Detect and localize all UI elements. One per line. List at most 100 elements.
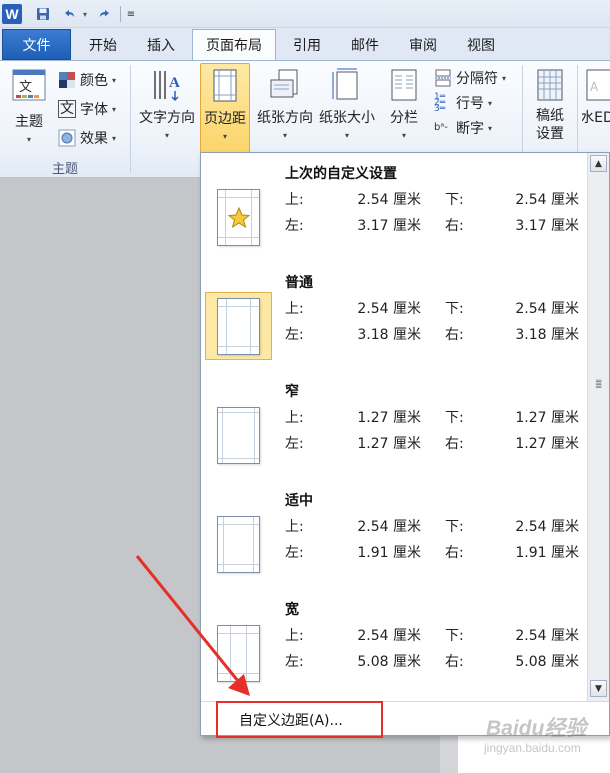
theme-fonts-button[interactable]: 文 字体 ▾ xyxy=(58,98,116,120)
bottom-value: 2.54 厘米 xyxy=(515,301,579,317)
top-label: 上: xyxy=(285,628,304,644)
svg-text:A: A xyxy=(169,75,180,91)
scroll-up-icon[interactable]: ▲ xyxy=(590,155,607,172)
margins-label: 页边距 xyxy=(204,111,246,127)
left-label: 左: xyxy=(285,545,304,561)
left-label: 左: xyxy=(285,436,304,452)
undo-dropdown-icon[interactable]: ▾ xyxy=(80,4,90,24)
bottom-label: 下: xyxy=(445,192,464,208)
top-value: 1.27 厘米 xyxy=(357,410,421,426)
text-direction-button[interactable]: A 文字方向 ▾ xyxy=(136,67,198,140)
theme-effects-label: 效果 xyxy=(80,131,108,147)
customize-qat-icon[interactable]: ≡ xyxy=(124,4,138,24)
theme-colors-button[interactable]: 颜色 ▾ xyxy=(58,69,116,91)
themes-label: 主题 xyxy=(15,114,43,130)
chevron-down-icon: ▾ xyxy=(26,135,31,144)
chevron-down-icon: ▾ xyxy=(502,73,507,83)
tab-mailings[interactable]: 邮件 xyxy=(338,30,392,60)
themes-button[interactable]: 文 主题 ▾ xyxy=(6,67,52,144)
hyphenation-button[interactable]: bᵃ- 断字 ▾ xyxy=(434,117,492,139)
font-icon: 文 xyxy=(58,100,76,118)
tab-review[interactable]: 审阅 xyxy=(396,30,450,60)
dropdown-scrollbar[interactable]: ▲ ═ ═ ═ ▼ xyxy=(587,153,609,701)
qat-divider xyxy=(120,6,121,22)
margin-option-moderate[interactable]: 适中 上: 2.54 厘米 下: 2.54 厘米 左: 1.91 厘米 右: 1… xyxy=(201,480,589,589)
text-direction-icon: A xyxy=(149,67,185,103)
chevron-down-icon: ▾ xyxy=(112,133,117,143)
word-app-icon[interactable]: W xyxy=(2,4,22,24)
svg-text:文: 文 xyxy=(19,80,32,95)
left-value: 1.91 厘米 xyxy=(357,545,421,561)
watermark-sub-text: jingyan.baidu.com xyxy=(484,741,581,755)
columns-icon xyxy=(386,67,422,103)
right-value: 3.18 厘米 xyxy=(515,327,579,343)
breaks-button[interactable]: 分隔符 ▾ xyxy=(434,67,506,89)
right-label: 右: xyxy=(445,545,464,561)
watermark-button[interactable]: A 水ED xyxy=(582,67,610,127)
tab-references[interactable]: 引用 xyxy=(280,30,334,60)
watermark-main-text: Baidu经验 xyxy=(486,717,587,740)
top-value: 2.54 厘米 xyxy=(357,519,421,535)
bottom-value: 1.27 厘米 xyxy=(515,410,579,426)
line-numbers-icon: 1═ 2═ 3═ xyxy=(434,92,446,114)
manuscript-label: 稿纸 设置 xyxy=(536,108,564,142)
bottom-label: 下: xyxy=(445,519,464,535)
chevron-down-icon: ▾ xyxy=(282,131,287,140)
tab-file[interactable]: 文件 xyxy=(2,29,71,60)
paper-size-button[interactable]: 纸张大小 ▾ xyxy=(316,67,378,140)
right-label: 右: xyxy=(445,218,464,234)
manuscript-settings-button[interactable]: 稿纸 设置 xyxy=(528,67,572,143)
bottom-value: 2.54 厘米 xyxy=(515,628,579,644)
top-value: 2.54 厘米 xyxy=(357,628,421,644)
tab-page-layout[interactable]: 页面布局 xyxy=(192,29,276,60)
margin-option-normal[interactable]: 普通 上: 2.54 厘米 下: 2.54 厘米 左: 3.18 厘米 右: 3… xyxy=(201,262,589,371)
tab-insert[interactable]: 插入 xyxy=(134,30,188,60)
orientation-button[interactable]: 纸张方向 ▾ xyxy=(254,67,316,140)
scroll-down-icon[interactable]: ▼ xyxy=(590,680,607,697)
margin-option-last-custom[interactable]: 上次的自定义设置 上: 2.54 厘米 下: 2.54 厘米 左: 3.17 厘… xyxy=(201,153,589,262)
left-value: 5.08 厘米 xyxy=(357,654,421,670)
margin-option-wide[interactable]: 宽 上: 2.54 厘米 下: 2.54 厘米 左: 5.08 厘米 右: 5.… xyxy=(201,589,589,698)
chevron-down-icon: ▾ xyxy=(164,131,169,140)
right-value: 1.91 厘米 xyxy=(515,545,579,561)
palette-icon xyxy=(58,71,76,89)
baidu-watermark: Baidu经验 jingyan.baidu.com xyxy=(474,708,608,770)
margin-option-title: 宽 xyxy=(285,602,299,618)
columns-label: 分栏 xyxy=(390,110,418,126)
chevron-down-icon: ▾ xyxy=(488,123,493,133)
tab-view[interactable]: 视图 xyxy=(454,30,508,60)
watermark-icon: A xyxy=(582,67,610,103)
top-label: 上: xyxy=(285,410,304,426)
redo-icon[interactable] xyxy=(96,4,114,24)
margin-option-title: 上次的自定义设置 xyxy=(285,166,397,182)
top-label: 上: xyxy=(285,301,304,317)
margins-button[interactable]: 页边距 ▾ xyxy=(200,63,250,153)
theme-colors-label: 颜色 xyxy=(80,73,108,89)
line-numbers-label: 行号 xyxy=(456,96,484,112)
theme-effects-button[interactable]: 效果 ▾ xyxy=(58,127,116,149)
undo-icon[interactable] xyxy=(60,4,78,24)
margins-dropdown: ▲ ═ ═ ═ ▼ 上次的自定义设置 上: 2.54 厘米 下: 2.54 厘米 左… xyxy=(200,152,610,736)
page-star-icon xyxy=(205,183,272,251)
left-label: 左: xyxy=(285,327,304,343)
columns-button[interactable]: 分栏 ▾ xyxy=(382,67,426,140)
right-value: 5.08 厘米 xyxy=(515,654,579,670)
bottom-value: 2.54 厘米 xyxy=(515,519,579,535)
bottom-value: 2.54 厘米 xyxy=(515,192,579,208)
page-wide-icon xyxy=(205,619,272,687)
paper-size-icon xyxy=(329,67,365,103)
tab-home[interactable]: 开始 xyxy=(76,30,130,60)
chevron-down-icon: ▾ xyxy=(222,132,227,141)
bottom-label: 下: xyxy=(445,410,464,426)
breaks-label: 分隔符 xyxy=(456,71,498,87)
right-value: 1.27 厘米 xyxy=(515,436,579,452)
page-narrow-icon xyxy=(205,401,272,469)
theme-fonts-label: 字体 xyxy=(80,102,108,118)
scroll-thumb-grip-icon[interactable]: ═ ═ ═ xyxy=(596,378,602,393)
top-label: 上: xyxy=(285,519,304,535)
top-value: 2.54 厘米 xyxy=(357,192,421,208)
line-numbers-button[interactable]: 1═ 2═ 3═ 行号 ▾ xyxy=(434,92,492,114)
save-icon[interactable] xyxy=(34,4,52,24)
margin-option-narrow[interactable]: 窄 上: 1.27 厘米 下: 1.27 厘米 左: 1.27 厘米 右: 1.… xyxy=(201,371,589,480)
right-label: 右: xyxy=(445,436,464,452)
